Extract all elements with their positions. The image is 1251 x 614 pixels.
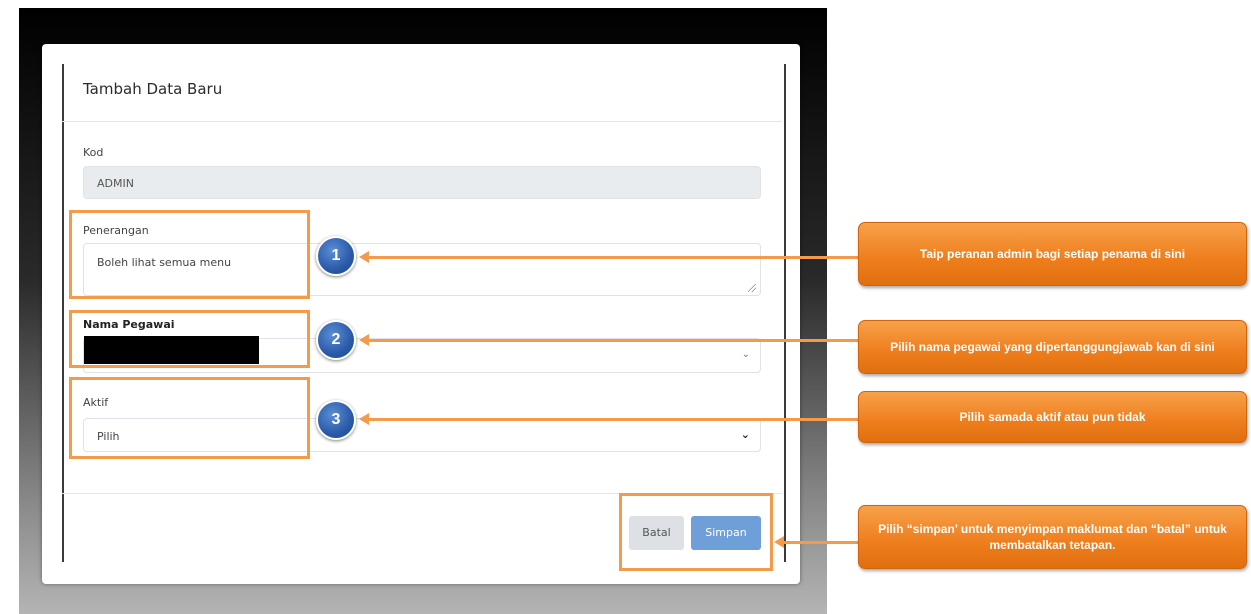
step-badge-1: 1 <box>316 236 356 276</box>
step-badge-3: 3 <box>316 400 356 440</box>
arrow-3 <box>359 413 860 425</box>
kod-field: ADMIN <box>83 166 761 199</box>
modal-title: Tambah Data Baru <box>83 80 223 98</box>
callout-3: Pilih samada aktif atau pun tidak <box>858 391 1247 443</box>
highlight-aktif <box>69 377 310 459</box>
chevron-down-icon: ⌄ <box>741 349 750 360</box>
callout-4: Pilih “simpan’ untuk menyimpan maklumat … <box>858 505 1247 569</box>
highlight-buttons <box>619 493 773 571</box>
highlight-penerangan <box>69 210 310 299</box>
callout-1: Taip peranan admin bagi setiap penama di… <box>858 222 1247 286</box>
highlight-nama-pegawai <box>69 310 310 368</box>
arrow-4 <box>774 536 860 548</box>
modal-header-divider <box>62 121 782 122</box>
kod-value: ADMIN <box>97 177 134 190</box>
chevron-down-icon: ⌄ <box>740 428 750 441</box>
callout-2: Pilih nama pegawai yang dipertanggungjaw… <box>858 320 1247 374</box>
arrow-2 <box>359 334 860 346</box>
kod-label: Kod <box>83 146 104 159</box>
step-badge-2: 2 <box>316 320 356 360</box>
resize-handle-icon[interactable] <box>748 284 756 292</box>
arrow-1 <box>359 251 860 263</box>
